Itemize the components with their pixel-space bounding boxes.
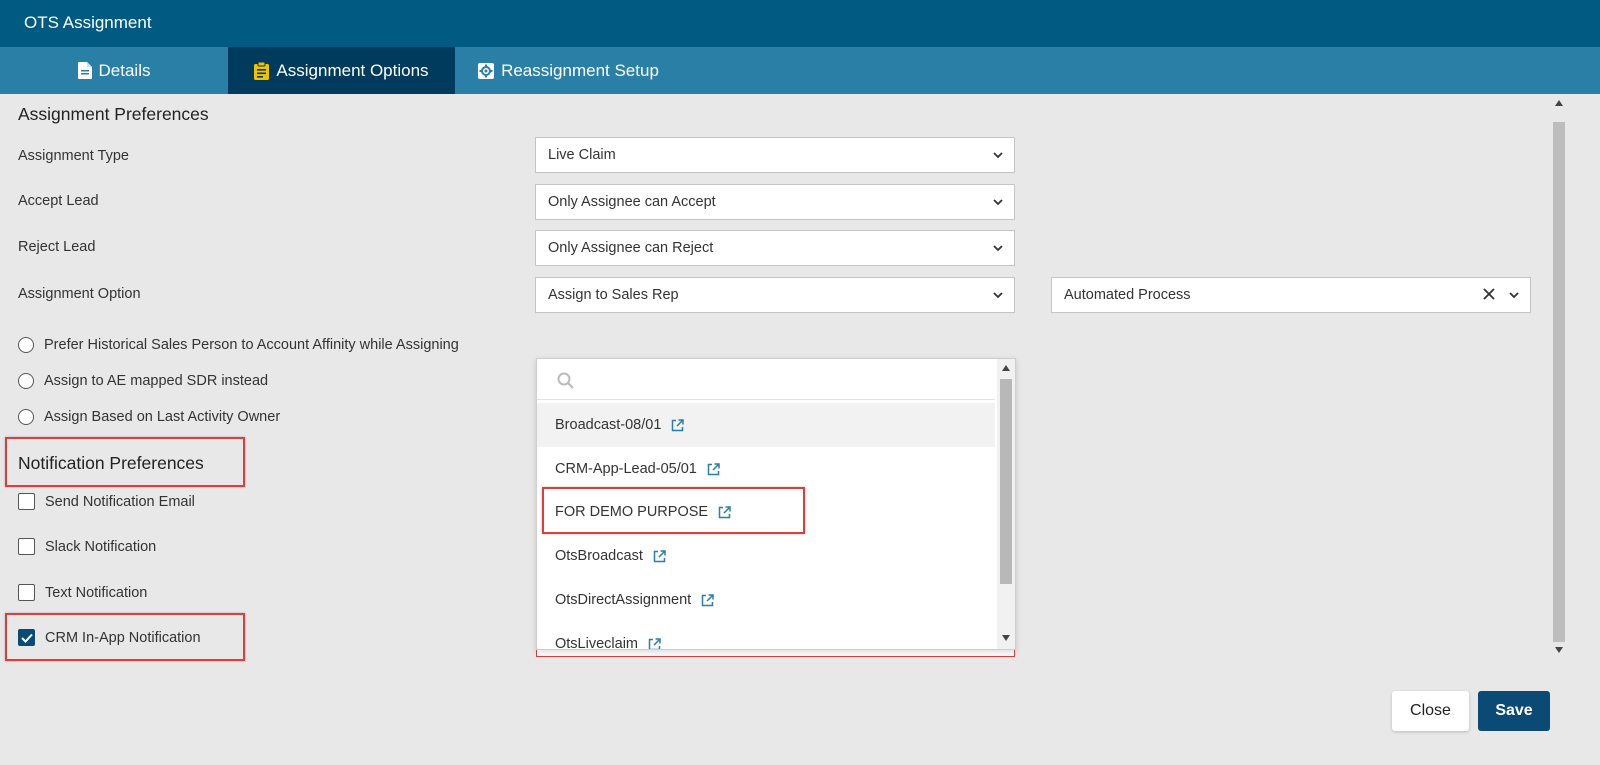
chevron-down-icon: [993, 292, 1003, 299]
dropdown-option-label: OtsBroadcast: [555, 548, 643, 564]
assignment-type-select[interactable]: Live Claim: [535, 137, 1015, 173]
external-link-icon[interactable]: [707, 462, 720, 476]
radio-last-activity-owner[interactable]: Assign Based on Last Activity Owner: [18, 409, 280, 425]
automated-process-select[interactable]: Automated Process: [1051, 277, 1531, 313]
gear-icon: [478, 62, 495, 79]
scroll-down-arrow-icon[interactable]: [1002, 635, 1010, 641]
highlight-box: [5, 613, 245, 661]
document-icon: [77, 62, 92, 79]
highlight-box: [5, 437, 245, 487]
accept-lead-value: Only Assignee can Accept: [548, 194, 716, 210]
close-icon[interactable]: [1482, 287, 1496, 301]
radio-ae-mapped-sdr-label: Assign to AE mapped SDR instead: [44, 373, 269, 389]
dropdown-option[interactable]: OtsBroadcast: [537, 534, 995, 578]
radio-ae-mapped-sdr[interactable]: Assign to AE mapped SDR instead: [18, 373, 268, 389]
dropdown-option-label: Broadcast-08/01: [555, 417, 662, 433]
dropdown-search[interactable]: [537, 359, 995, 400]
highlight-box: [542, 487, 805, 534]
chevron-down-icon: [993, 245, 1003, 252]
radio-button[interactable]: [18, 373, 34, 389]
tab-assignment-options-label: Assignment Options: [276, 60, 429, 80]
assignment-preferences-heading: Assignment Preferences: [18, 104, 209, 124]
automated-process-value: Automated Process: [1064, 287, 1191, 303]
checkbox-row-slack[interactable]: Slack Notification: [18, 538, 156, 555]
search-icon: [557, 372, 574, 389]
tab-reassignment-setup-label: Reassignment Setup: [501, 60, 659, 80]
radio-historical-affinity[interactable]: Prefer Historical Sales Person to Accoun…: [18, 337, 459, 353]
assignment-option-value: Assign to Sales Rep: [548, 287, 679, 303]
clipboard-icon: [254, 61, 270, 80]
tab-reassignment-setup[interactable]: Reassignment Setup: [455, 47, 682, 94]
reject-lead-select[interactable]: Only Assignee can Reject: [535, 230, 1015, 266]
chevron-down-icon: [1509, 292, 1519, 299]
radio-historical-affinity-label: Prefer Historical Sales Person to Accoun…: [44, 337, 459, 353]
tab-bar: Details Assignment Options Reassignment …: [0, 47, 1600, 94]
checkbox-row-text[interactable]: Text Notification: [18, 584, 147, 601]
tab-assignment-options[interactable]: Assignment Options: [228, 47, 455, 94]
send-notification-email-label: Send Notification Email: [45, 493, 195, 510]
radio-button[interactable]: [18, 409, 34, 425]
text-notification-label: Text Notification: [45, 584, 148, 601]
external-link-icon[interactable]: [653, 549, 666, 563]
dropdown-scroll-thumb[interactable]: [1000, 379, 1012, 584]
assignment-type-value: Live Claim: [548, 147, 616, 163]
scroll-up-arrow-icon[interactable]: [1002, 365, 1010, 371]
scroll-down-arrow-icon[interactable]: [1555, 647, 1563, 653]
slack-notification-label: Slack Notification: [45, 538, 157, 555]
dropdown-option[interactable]: OtsLiveclaim: [537, 622, 995, 651]
ots-assignment-dialog: OTS Assignment Details Assignment Option…: [0, 0, 1600, 765]
external-link-icon[interactable]: [648, 637, 661, 651]
reject-lead-value: Only Assignee can Reject: [548, 240, 714, 256]
assignment-option-label: Assignment Option: [18, 286, 141, 302]
page-scroll-thumb[interactable]: [1553, 122, 1565, 642]
chevron-down-icon: [993, 199, 1003, 206]
scroll-up-arrow-icon[interactable]: [1555, 100, 1563, 106]
accept-lead-select[interactable]: Only Assignee can Accept: [535, 184, 1015, 220]
radio-button[interactable]: [18, 337, 34, 353]
send-notification-email-checkbox[interactable]: [18, 493, 35, 510]
title-bar: OTS Assignment: [0, 0, 1600, 47]
save-button[interactable]: Save: [1478, 691, 1550, 731]
text-notification-checkbox[interactable]: [18, 584, 35, 601]
dropdown-option-label: OtsLiveclaim: [555, 636, 638, 650]
chevron-down-icon: [993, 152, 1003, 159]
dropdown-option[interactable]: CRM-App-Lead-05/01: [537, 447, 995, 491]
checkbox-row-email[interactable]: Send Notification Email: [18, 493, 195, 510]
dropdown-option[interactable]: Broadcast-08/01: [537, 403, 995, 447]
dropdown-option-label: OtsDirectAssignment: [555, 592, 692, 608]
radio-last-activity-owner-label: Assign Based on Last Activity Owner: [44, 409, 281, 425]
reject-lead-label: Reject Lead: [18, 239, 96, 255]
tab-details[interactable]: Details: [0, 47, 228, 94]
slack-notification-checkbox[interactable]: [18, 538, 35, 555]
assignment-type-label: Assignment Type: [18, 148, 129, 164]
close-button[interactable]: Close: [1392, 691, 1469, 731]
accept-lead-label: Accept Lead: [18, 193, 99, 209]
dialog-title: OTS Assignment: [24, 13, 152, 32]
external-link-icon[interactable]: [671, 418, 685, 432]
tab-details-label: Details: [98, 60, 151, 80]
dropdown-scrollbar[interactable]: [997, 359, 1015, 649]
assignment-option-select[interactable]: Assign to Sales Rep: [535, 277, 1015, 313]
dropdown-option[interactable]: OtsDirectAssignment: [537, 578, 995, 622]
external-link-icon[interactable]: [701, 593, 714, 607]
dropdown-option-label: CRM-App-Lead-05/01: [555, 461, 697, 477]
